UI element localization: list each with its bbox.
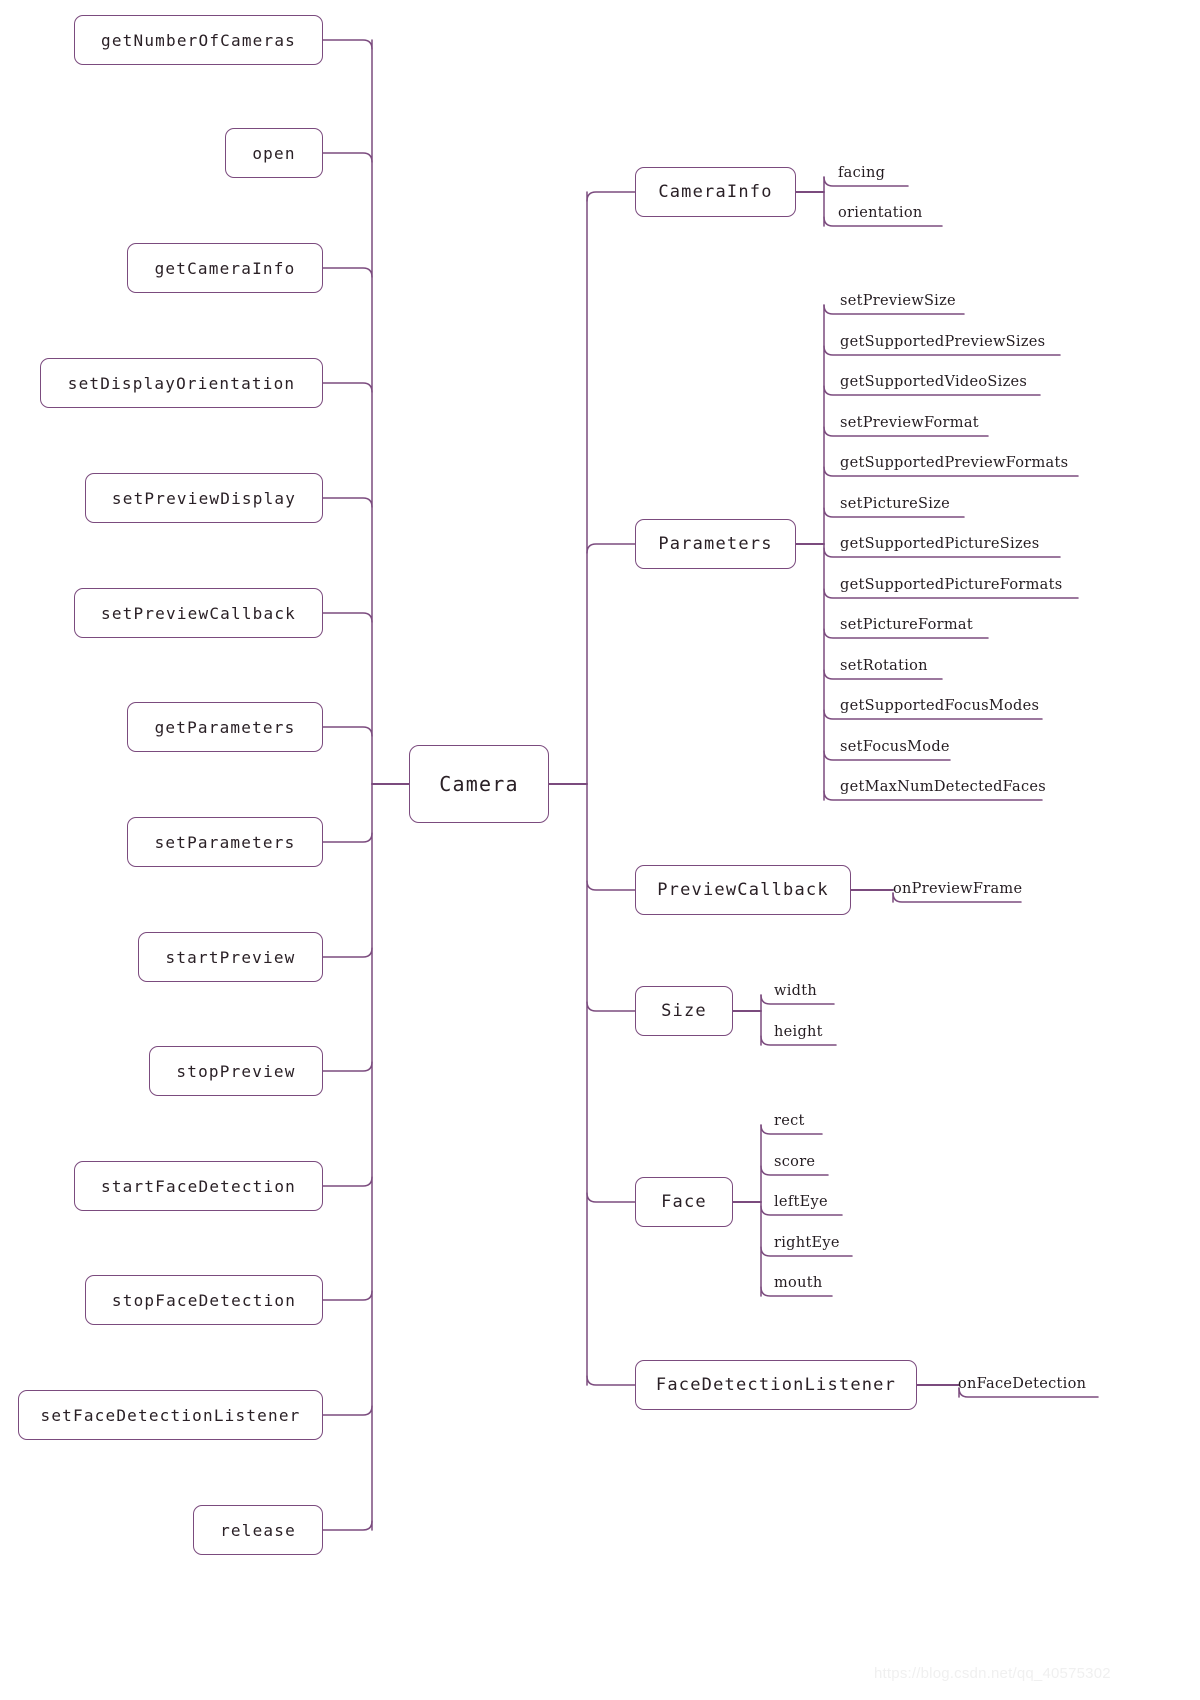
leaf-label[interactable]: height <box>774 1025 823 1040</box>
leaf-label[interactable]: rect <box>774 1114 805 1129</box>
leaf-label[interactable]: getSupportedPreviewFormats <box>840 456 1068 471</box>
method-node[interactable]: setParameters <box>127 817 323 867</box>
branch-node[interactable]: PreviewCallback <box>635 865 851 915</box>
leaf-label[interactable]: rightEye <box>774 1236 840 1251</box>
method-node[interactable]: setPreviewDisplay <box>85 473 323 523</box>
branch-node[interactable]: Parameters <box>635 519 796 569</box>
method-node[interactable]: getNumberOfCameras <box>74 15 323 65</box>
method-node[interactable]: release <box>193 1505 323 1555</box>
leaf-label[interactable]: getSupportedFocusModes <box>840 699 1039 714</box>
leaf-label[interactable]: setPreviewSize <box>840 294 956 309</box>
root-node-camera[interactable]: Camera <box>409 745 549 823</box>
leaf-label[interactable]: setPictureSize <box>840 497 950 512</box>
branch-node[interactable]: Size <box>635 986 733 1036</box>
leaf-label[interactable]: getSupportedVideoSizes <box>840 375 1027 390</box>
leaf-label[interactable]: getSupportedPreviewSizes <box>840 335 1045 350</box>
branch-node[interactable]: Face <box>635 1177 733 1227</box>
method-node[interactable]: getParameters <box>127 702 323 752</box>
leaf-label[interactable]: orientation <box>838 206 923 221</box>
method-node[interactable]: startPreview <box>138 932 323 982</box>
leaf-label[interactable]: onFaceDetection <box>958 1377 1086 1392</box>
leaf-label[interactable]: setRotation <box>840 659 928 674</box>
method-node[interactable]: setPreviewCallback <box>74 588 323 638</box>
leaf-label[interactable]: leftEye <box>774 1195 828 1210</box>
leaf-label[interactable]: width <box>774 984 817 999</box>
method-node[interactable]: setDisplayOrientation <box>40 358 323 408</box>
leaf-label[interactable]: onPreviewFrame <box>893 882 1022 897</box>
mindmap-canvas: getNumberOfCameras open getCameraInfo setDi… <box>0 0 1200 1700</box>
branch-node[interactable]: FaceDetectionListener <box>635 1360 917 1410</box>
leaf-label[interactable]: getSupportedPictureFormats <box>840 578 1062 593</box>
watermark-text: https://blog.csdn.net/qq_40575302 <box>874 1665 1111 1682</box>
method-node[interactable]: stopFaceDetection <box>85 1275 323 1325</box>
method-node[interactable]: open <box>225 128 323 178</box>
method-node[interactable]: setFaceDetectionListener <box>18 1390 323 1440</box>
method-node[interactable]: startFaceDetection <box>74 1161 323 1211</box>
leaf-label[interactable]: getMaxNumDetectedFaces <box>840 780 1046 795</box>
leaf-label[interactable]: getSupportedPictureSizes <box>840 537 1040 552</box>
leaf-label[interactable]: mouth <box>774 1276 822 1291</box>
leaf-label[interactable]: setPreviewFormat <box>840 416 979 431</box>
leaf-label[interactable]: setPictureFormat <box>840 618 973 633</box>
branch-node[interactable]: CameraInfo <box>635 167 796 217</box>
leaf-label[interactable]: setFocusMode <box>840 740 950 755</box>
method-node[interactable]: stopPreview <box>149 1046 323 1096</box>
leaf-label[interactable]: facing <box>838 166 885 181</box>
method-node[interactable]: getCameraInfo <box>127 243 323 293</box>
leaf-label[interactable]: score <box>774 1155 815 1170</box>
